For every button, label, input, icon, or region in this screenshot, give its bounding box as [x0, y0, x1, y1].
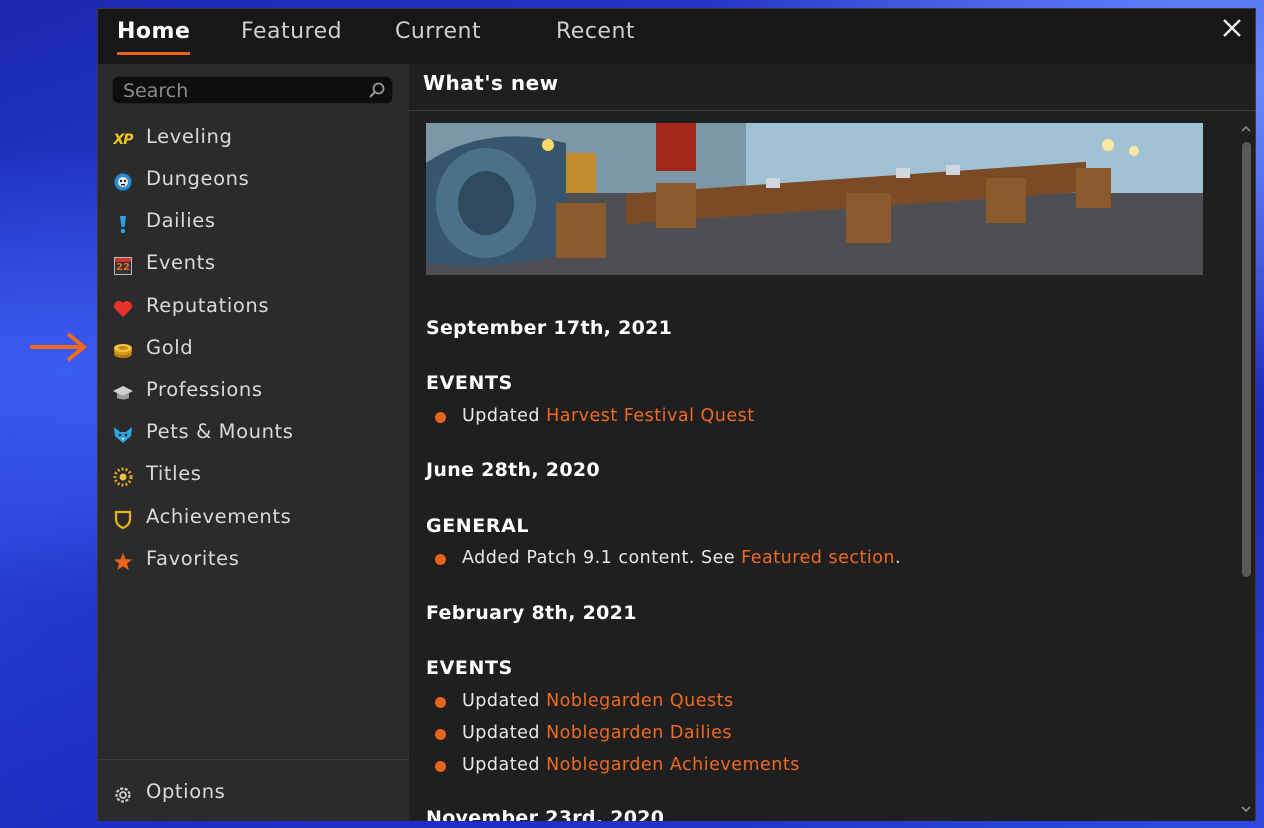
- heart-icon: [112, 298, 134, 320]
- sidebar-item-dungeons[interactable]: Dungeons: [112, 164, 392, 198]
- tab-recent[interactable]: Recent: [556, 19, 635, 53]
- sidebar-item-label: Favorites: [146, 547, 240, 570]
- main-panel: What's new September 17th, 2021 EVENTS U…: [409, 64, 1255, 821]
- options-button[interactable]: Options: [112, 777, 392, 811]
- search-icon[interactable]: [368, 81, 386, 99]
- scroll-thumb[interactable]: [1242, 142, 1251, 577]
- sidebar-item-label: Pets & Mounts: [146, 420, 294, 443]
- sidebar-item-events[interactable]: 22 Events: [112, 248, 392, 282]
- tab-home[interactable]: Home: [117, 19, 191, 55]
- update-entry: Updated Noblegarden Dailies: [462, 723, 732, 743]
- options-label: Options: [146, 780, 226, 803]
- sidebar-item-reputations[interactable]: Reputations: [112, 291, 392, 325]
- sidebar-item-titles[interactable]: Titles: [112, 459, 392, 493]
- noblegarden-dailies-link[interactable]: Noblegarden Dailies: [546, 723, 732, 743]
- update-date: September 17th, 2021: [426, 317, 673, 339]
- xp-icon-text: XP: [113, 132, 133, 148]
- pet-icon: [112, 424, 134, 446]
- update-date: June 28th, 2020: [426, 459, 600, 481]
- sidebar-item-pets-mounts[interactable]: Pets & Mounts: [112, 417, 392, 451]
- featured-section-link[interactable]: Featured section: [741, 548, 895, 568]
- tab-featured[interactable]: Featured: [241, 19, 342, 53]
- noblegarden-achievements-link[interactable]: Noblegarden Achievements: [546, 755, 800, 775]
- entry-text: Updated: [462, 406, 547, 426]
- scroll-down-button[interactable]: [1239, 804, 1253, 816]
- gold-coins-icon: [112, 340, 134, 362]
- tab-current[interactable]: Current: [395, 19, 481, 53]
- bullet: [435, 729, 446, 740]
- entry-text: Added Patch 9.1 content. See: [462, 548, 742, 568]
- bullet: [435, 554, 446, 565]
- entry-text: Updated: [462, 723, 547, 743]
- scroll-up-button[interactable]: [1239, 124, 1253, 136]
- update-entry: Updated Noblegarden Quests: [462, 691, 734, 711]
- page-title: What's new: [423, 71, 559, 95]
- sidebar-item-favorites[interactable]: Favorites: [112, 544, 392, 578]
- sidebar-item-label: Reputations: [146, 294, 270, 317]
- sidebar-item-label: Dungeons: [146, 167, 250, 190]
- sidebar-item-label: Achievements: [146, 505, 292, 528]
- entry-text: Updated: [462, 691, 547, 711]
- update-section-title: EVENTS: [426, 657, 513, 679]
- sidebar-item-label: Gold: [146, 336, 194, 359]
- scrollbar[interactable]: [1239, 120, 1251, 820]
- banner-image: [426, 123, 1203, 275]
- update-date: February 8th, 2021: [426, 602, 637, 624]
- noblegarden-quests-link[interactable]: Noblegarden Quests: [546, 691, 734, 711]
- update-entry: Added Patch 9.1 content. See Featured se…: [462, 548, 901, 568]
- sidebar-item-label: Events: [146, 251, 216, 274]
- entry-text: Updated: [462, 755, 547, 775]
- update-date: November 23rd, 2020: [426, 807, 665, 821]
- close-icon: [1223, 19, 1241, 37]
- tab-bar: Home Featured Current Recent: [98, 9, 1255, 64]
- harvest-festival-quest-link[interactable]: Harvest Festival Quest: [546, 406, 755, 426]
- bullet: [435, 412, 446, 423]
- update-entry: Updated Harvest Festival Quest: [462, 406, 755, 426]
- chevron-down-icon: [1241, 806, 1251, 813]
- bullet: [435, 761, 446, 772]
- calendar-day: 22: [116, 262, 130, 273]
- entry-suffix: .: [895, 548, 902, 568]
- arrow-right-icon: [30, 332, 88, 362]
- calendar-icon: 22: [112, 255, 134, 277]
- chevron-up-icon: [1241, 125, 1251, 132]
- sidebar-item-label: Professions: [146, 378, 263, 401]
- sidebar-divider: [98, 759, 409, 760]
- exclamation-icon: [112, 213, 134, 235]
- sidebar: XP Leveling Dungeons Da: [98, 64, 409, 821]
- dungeon-icon: [112, 171, 134, 193]
- sidebar-item-achievements[interactable]: Achievements: [112, 502, 392, 536]
- close-button[interactable]: [1217, 13, 1247, 43]
- laurel-icon: [112, 466, 134, 488]
- xp-icon: XP: [112, 129, 134, 151]
- sidebar-item-gold[interactable]: Gold: [112, 333, 392, 367]
- search-input[interactable]: [121, 79, 365, 103]
- bullet: [435, 697, 446, 708]
- graduation-cap-icon: [112, 382, 134, 404]
- sidebar-item-dailies[interactable]: Dailies: [112, 206, 392, 240]
- update-section-title: EVENTS: [426, 372, 513, 394]
- update-section-title: GENERAL: [426, 515, 530, 537]
- addon-window: Home Featured Current Recent XP Leveling: [97, 8, 1256, 821]
- update-entry: Updated Noblegarden Achievements: [462, 755, 800, 775]
- sidebar-item-label: Dailies: [146, 209, 216, 232]
- shield-icon: [112, 509, 134, 531]
- sidebar-item-professions[interactable]: Professions: [112, 375, 392, 409]
- star-icon: [112, 551, 134, 573]
- gear-icon: [112, 784, 134, 806]
- sidebar-item-label: Titles: [146, 462, 202, 485]
- sidebar-item-label: Leveling: [146, 125, 233, 148]
- sidebar-item-leveling[interactable]: XP Leveling: [112, 122, 392, 156]
- header-divider: [409, 110, 1255, 111]
- search-box: [112, 76, 393, 104]
